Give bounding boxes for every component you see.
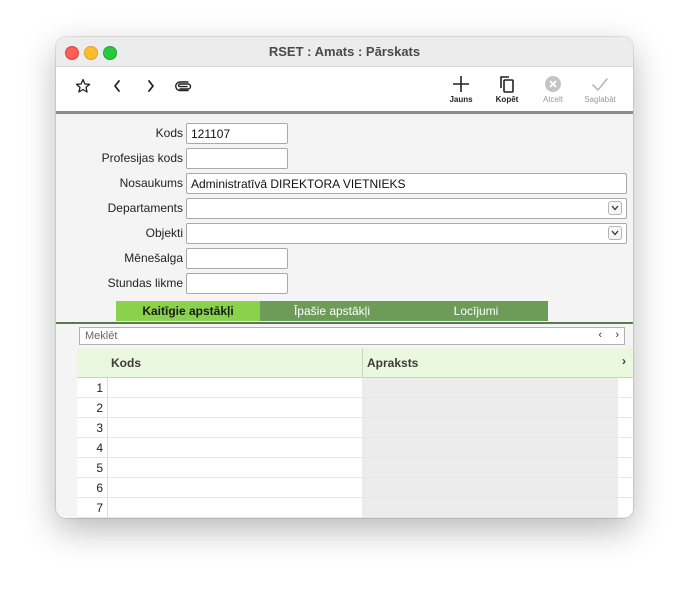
tab-locijumi[interactable]: Locījumi [404, 301, 548, 321]
grid-body: 1 2 3 4 5 6 7 [77, 378, 633, 518]
column-divider [362, 348, 363, 377]
column-header-apraksts[interactable]: Apraksts [367, 356, 418, 370]
row-number: 7 [96, 501, 103, 515]
kods-field[interactable]: 121107 [186, 123, 288, 144]
tab-ipasie-apstakli[interactable]: Īpašie apstākļi [260, 301, 404, 321]
nosaukums-field[interactable]: Administratīvā DIREKTORA VIETNIEKS [186, 173, 627, 194]
toolbar: Jauns Kopēt Atcelt Saglabāt [56, 67, 633, 114]
row-number: 5 [96, 461, 103, 475]
save-button[interactable]: Saglabāt [580, 74, 620, 108]
nosaukums-label: Nosaukums [119, 176, 183, 190]
new-button[interactable]: Jauns [441, 74, 481, 108]
chevron-down-icon[interactable] [608, 226, 622, 240]
table-row[interactable]: 4 [77, 438, 633, 458]
row-number: 1 [96, 381, 103, 395]
tab-bar: Kaitīgie apstākļi Īpašie apstākļi Locīju… [56, 300, 633, 324]
save-button-label: Saglabāt [584, 95, 616, 104]
row-number: 3 [96, 421, 103, 435]
menesalga-field[interactable] [186, 248, 288, 269]
row-number: 4 [96, 441, 103, 455]
chevron-right-icon[interactable] [141, 76, 161, 96]
cancel-button[interactable]: Atcelt [533, 74, 573, 108]
form-area: Kods 121107 Profesijas kods Nosaukums Ad… [56, 114, 633, 518]
stundas-likme-label: Stundas likme [107, 276, 183, 290]
chevron-left-icon[interactable] [107, 76, 127, 96]
paperclip-icon[interactable] [174, 76, 194, 96]
objekti-select[interactable] [186, 223, 627, 244]
chevron-right-icon[interactable]: › [622, 354, 626, 368]
table-row[interactable]: 7 [77, 498, 633, 518]
tab-kaitigie-apstakli[interactable]: Kaitīgie apstākļi [116, 301, 260, 321]
profesijas-kods-field[interactable] [186, 148, 288, 169]
departaments-select[interactable] [186, 198, 627, 219]
grid-header: Kods Apraksts › [77, 348, 633, 378]
departaments-label: Departaments [107, 201, 183, 215]
search-next-icon[interactable]: › [615, 329, 619, 341]
copy-icon [500, 76, 514, 93]
column-header-kods[interactable]: Kods [111, 356, 141, 370]
row-number: 6 [96, 481, 103, 495]
row-number: 2 [96, 401, 103, 415]
app-window: RSET : Amats : Pārskats Jauns Kopēt Atce… [56, 37, 633, 518]
table-row[interactable]: 1 [77, 378, 633, 398]
chevron-down-icon[interactable] [608, 201, 622, 215]
window-title: RSET : Amats : Pārskats [268, 44, 421, 59]
search-placeholder: Meklēt [85, 330, 118, 342]
search-input[interactable]: Meklēt ‹ › [79, 327, 625, 345]
stundas-likme-field[interactable] [186, 273, 288, 294]
cancel-button-label: Atcelt [542, 95, 563, 104]
title-bar: RSET : Amats : Pārskats [56, 37, 633, 67]
menesalga-label: Mēnešalga [124, 251, 183, 265]
table-row[interactable]: 5 [77, 458, 633, 478]
copy-button[interactable]: Kopēt [487, 74, 527, 108]
plus-icon [453, 76, 469, 92]
objekti-label: Objekti [145, 226, 183, 240]
copy-button-label: Kopēt [495, 95, 519, 104]
kods-label: Kods [155, 126, 183, 140]
table-row[interactable]: 3 [77, 418, 633, 438]
cancel-circle-icon [545, 76, 561, 92]
table-row[interactable]: 2 [77, 398, 633, 418]
search-prev-icon[interactable]: ‹ [598, 329, 602, 341]
checkmark-icon [592, 78, 608, 91]
profesijas-kods-label: Profesijas kods [101, 151, 183, 165]
new-button-label: Jauns [449, 95, 473, 104]
table-row[interactable]: 6 [77, 478, 633, 498]
star-icon[interactable] [73, 76, 93, 96]
